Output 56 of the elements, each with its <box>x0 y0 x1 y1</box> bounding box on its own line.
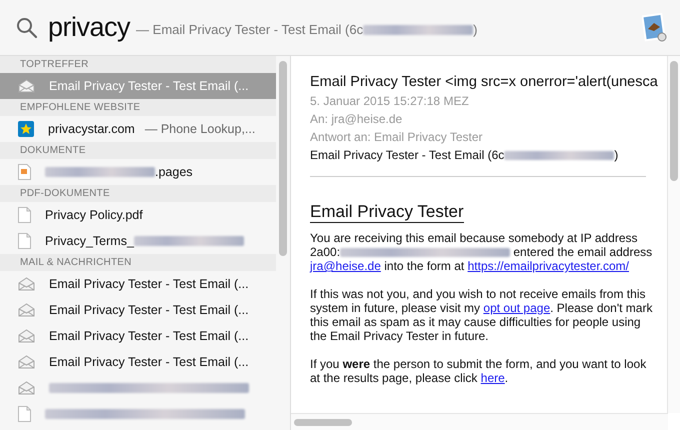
search-completion: — Email Privacy Tester - Test Email (6c <box>136 22 364 37</box>
result-item[interactable]: privacystar.com — Phone Lookup,... <box>0 116 276 142</box>
result-item[interactable]: Email Privacy Tester - Test Email (... <box>0 323 276 349</box>
result-title: privacystar.com <box>48 122 135 136</box>
email-summary: Email Privacy Tester - Test Email (6c <box>310 148 504 162</box>
document-icon <box>18 406 31 422</box>
scrollbar-thumb[interactable] <box>294 418 352 426</box>
email-link[interactable]: https://emailprivacytester.com/ <box>468 259 629 273</box>
envelope-icon <box>18 355 35 369</box>
document-icon <box>18 164 31 180</box>
envelope-icon <box>18 277 35 291</box>
email-paragraph: If this was not you, and you wish to not receive emails from this system in future, please visit my opt out page. Please don't mark this email as spam as it may cause difficulties for people using the Email Privacy Tester in future. <box>310 287 654 343</box>
result-item[interactable]: Email Privacy Tester - Test Email (... <box>0 271 276 297</box>
result-subtitle: — Phone Lookup,... <box>144 122 256 136</box>
document-icon <box>18 233 31 249</box>
result-title: Email Privacy Tester - Test Email (... <box>49 355 249 369</box>
email-link[interactable]: here <box>480 371 505 385</box>
email-heading: Email Privacy Tester <box>310 202 464 223</box>
section-header: MAIL & NACHRICHTEN <box>0 254 276 271</box>
email-subject: Email Privacy Tester <img src=x onerror='alert(unesca <box>310 74 659 90</box>
result-title: Email Privacy Tester - Test Email (... <box>49 329 249 343</box>
section-header: DOKUMENTE <box>0 142 276 159</box>
result-item[interactable]: Privacy Policy.pdf <box>0 202 276 228</box>
envelope-icon <box>18 79 35 93</box>
search-completion: ) <box>473 22 478 37</box>
star-icon <box>18 121 34 137</box>
section-header: PDF-DOKUMENTE <box>0 185 276 202</box>
email-summary: ) <box>614 148 618 162</box>
result-item[interactable]: .pages <box>0 159 276 185</box>
document-icon <box>18 207 31 223</box>
result-title: Email Privacy Tester - Test Email (... <box>49 277 249 291</box>
result-title: Email Privacy Tester - Test Email (... <box>49 79 249 93</box>
email-recipient: An: jra@heise.de <box>310 112 404 126</box>
stamp-icon <box>642 12 668 42</box>
result-item[interactable]: Privacy_Terms_ <box>0 228 276 254</box>
result-title: Email Privacy Tester - Test Email (... <box>49 303 249 317</box>
result-item[interactable]: Email Privacy Tester - Test Email (... <box>0 297 276 323</box>
email-paragraph: If you were the person to submit the form, and you want to look at the results page, please click here. <box>310 357 648 385</box>
result-title: Privacy_Terms_ <box>45 234 134 248</box>
search-query: privacy <box>48 12 130 43</box>
envelope-icon <box>18 381 35 395</box>
search-icon <box>16 16 38 38</box>
email-reply-to: Antwort an: Email Privacy Tester <box>310 130 484 144</box>
result-item[interactable]: Email Privacy Tester - Test Email (... <box>0 349 276 375</box>
email-link[interactable]: jra@heise.de <box>310 259 381 273</box>
envelope-icon <box>18 329 35 343</box>
email-paragraph: You are receiving this email because somebody at IP address 2a00: entered the email address jra@heise.de into the form at https://emailprivacytester.com/ <box>310 231 654 273</box>
scrollbar-thumb[interactable] <box>279 61 287 256</box>
scrollbar-thumb[interactable] <box>670 61 678 181</box>
email-link[interactable]: opt out page <box>483 301 550 315</box>
section-header: EMPFOHLENE WEBSITE <box>0 99 276 116</box>
email-date: 5. Januar 2015 15:27:18 MEZ <box>310 94 470 108</box>
result-title: Privacy Policy.pdf <box>45 208 143 222</box>
result-title: .pages <box>155 165 193 179</box>
section-header: TOPTREFFER <box>0 56 276 73</box>
envelope-icon <box>18 303 35 317</box>
